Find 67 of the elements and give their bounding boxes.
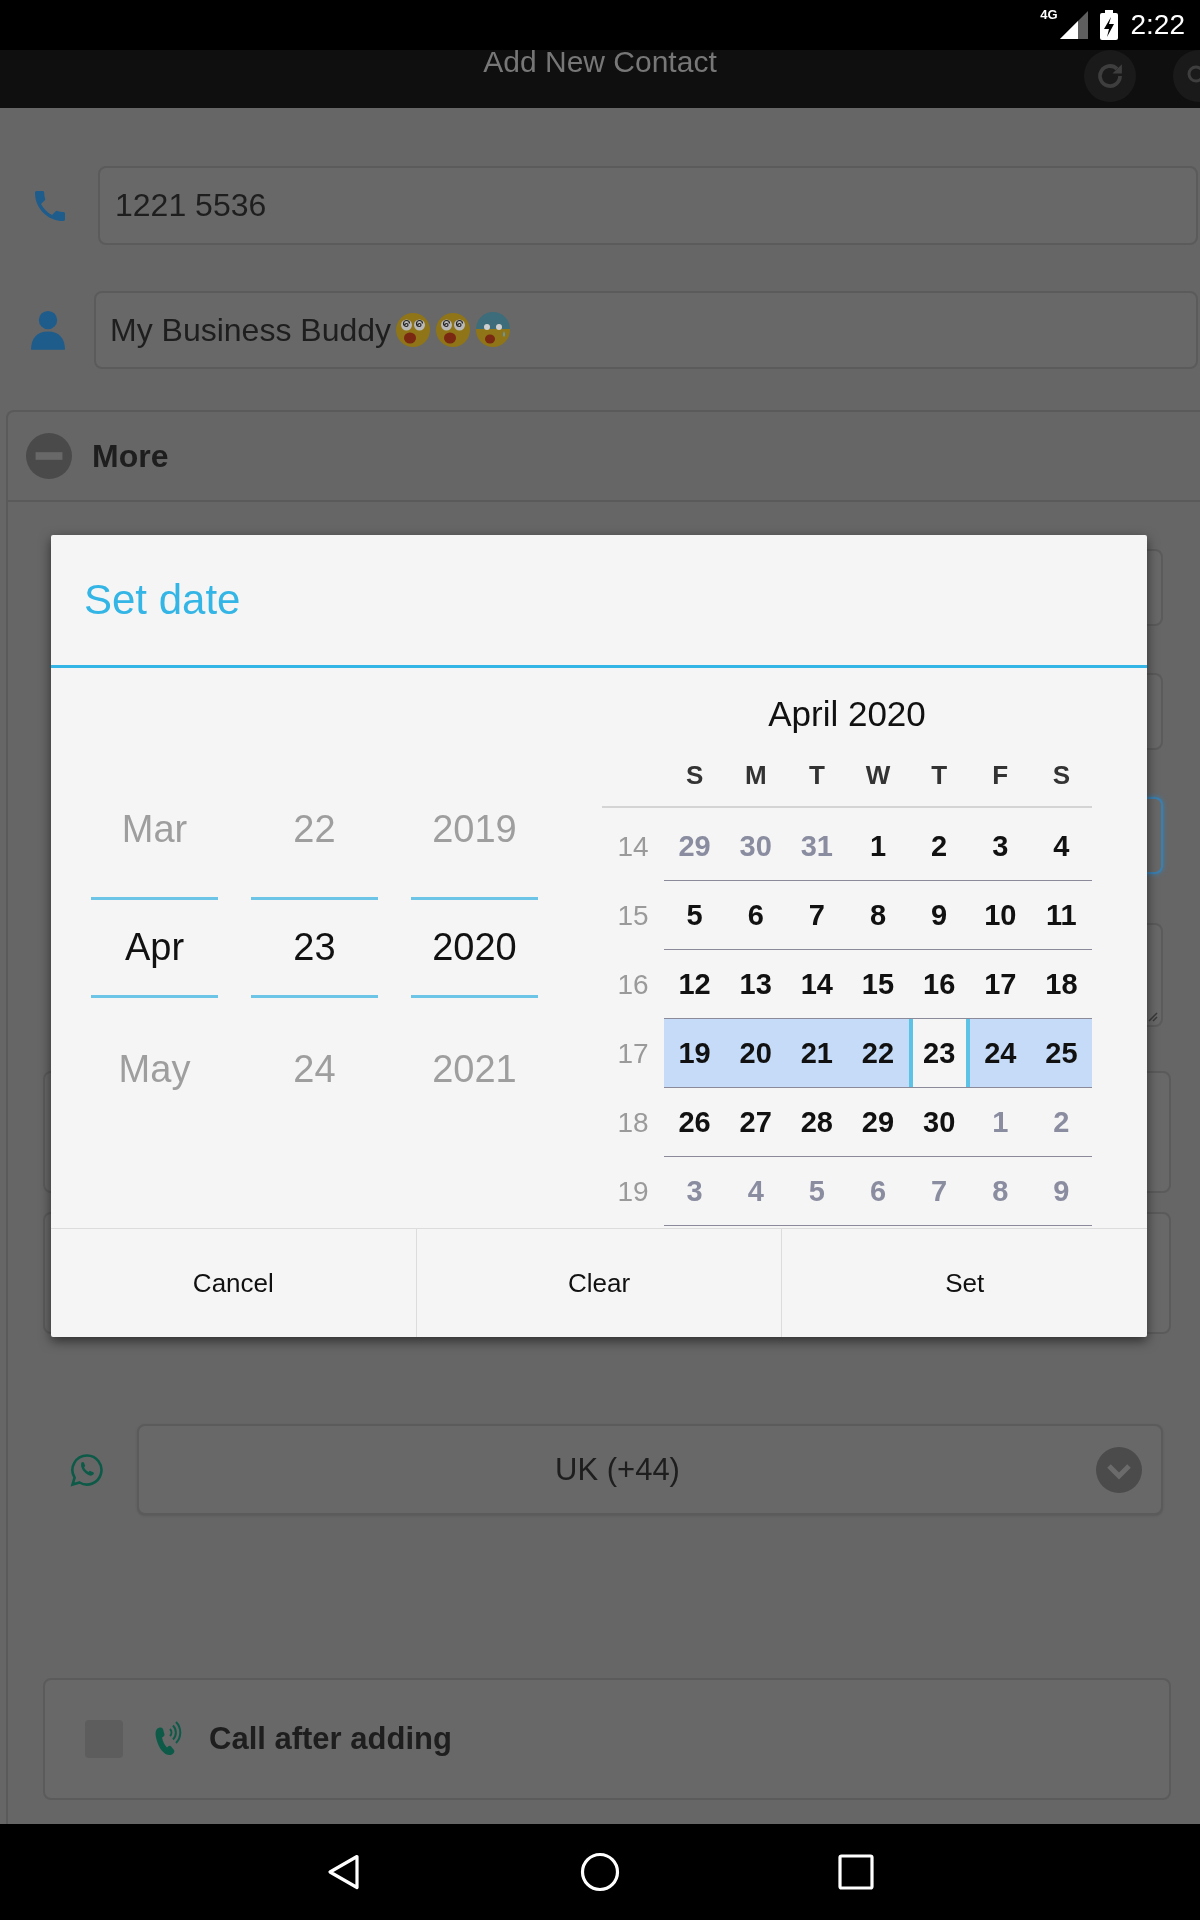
calendar-day[interactable]: 13 <box>725 950 787 1018</box>
calendar-day[interactable]: 16 <box>908 950 970 1018</box>
calendar-day[interactable]: 29 <box>847 1088 909 1156</box>
refresh-icon <box>1095 61 1125 91</box>
calendar-day[interactable]: 22 <box>847 1019 909 1087</box>
network-type-label: 4G <box>1040 8 1058 21</box>
dizzy-face-icon <box>395 312 431 348</box>
week-number: 18 <box>616 1105 650 1140</box>
week-number: 15 <box>616 898 650 933</box>
calendar-day[interactable]: 25 <box>1030 1019 1092 1087</box>
option-label: Call after adding <box>209 1721 452 1757</box>
calendar-day[interactable]: 20 <box>725 1019 787 1087</box>
calendar-day[interactable]: 27 <box>725 1088 787 1156</box>
clock-time: 2:22 <box>1130 10 1185 40</box>
week-number: 19 <box>616 1174 650 1209</box>
calendar-day[interactable]: 28 <box>786 1088 848 1156</box>
dialog-title: Set date <box>84 576 241 624</box>
calendar-day[interactable]: 30 <box>908 1088 970 1156</box>
calendar-day[interactable]: 9 <box>908 881 970 949</box>
person-icon <box>31 310 65 350</box>
calendar-day[interactable]: 21 <box>786 1019 848 1087</box>
weekday-label: S <box>684 759 705 791</box>
recent-apps-icon[interactable] <box>836 1852 876 1892</box>
calendar-month-title: April 2020 <box>768 694 926 734</box>
calendar-day[interactable]: 10 <box>969 881 1031 949</box>
calendar-day[interactable]: 14 <box>786 950 848 1018</box>
week-number: 14 <box>616 829 650 864</box>
spinner-current-value[interactable]: Apr <box>91 897 218 998</box>
screen-title: Add New Contact <box>483 50 717 74</box>
set-button[interactable]: Set <box>781 1229 1147 1337</box>
calendar-day[interactable]: 11 <box>1030 881 1092 949</box>
calendar-day[interactable]: 23 <box>908 1019 970 1087</box>
weekday-label: M <box>743 759 768 791</box>
calendar-day[interactable]: 19 <box>664 1019 726 1087</box>
clear-button[interactable]: Clear <box>415 1229 782 1337</box>
sweating-face-icon <box>475 312 511 348</box>
calendar-day[interactable]: 5 <box>664 881 726 949</box>
spinner-current-value[interactable]: 23 <box>251 897 378 998</box>
weekday-label: T <box>807 759 826 791</box>
calendar-day[interactable]: 3 <box>969 812 1031 880</box>
weekday-label: T <box>930 759 949 791</box>
weekday-label: S <box>1051 759 1072 791</box>
phone-bubble-icon <box>70 1452 104 1487</box>
signal-icon <box>1059 11 1088 39</box>
calendar-day[interactable]: 4 <box>1030 812 1092 880</box>
battery-charging-icon <box>1099 10 1118 40</box>
calendar-day[interactable]: 1 <box>847 812 909 880</box>
cancel-button[interactable]: Cancel <box>51 1229 416 1337</box>
chevron-down-icon <box>1096 1446 1142 1493</box>
calendar-day[interactable]: 17 <box>969 950 1031 1018</box>
calendar-day[interactable]: 24 <box>969 1019 1031 1087</box>
calendar-day[interactable]: 2 <box>908 812 970 880</box>
calendar-day[interactable]: 18 <box>1030 950 1092 1018</box>
weekday-label: F <box>991 759 1010 791</box>
calendar-day[interactable]: 12 <box>664 950 726 1018</box>
calendar-day[interactable]: 15 <box>847 950 909 1018</box>
calendar-day[interactable]: 6 <box>725 881 787 949</box>
week-number: 16 <box>616 967 650 1002</box>
home-icon[interactable] <box>580 1852 620 1892</box>
week-number: 17 <box>616 1036 650 1071</box>
calendar-day[interactable]: 7 <box>786 881 848 949</box>
weekday-label: W <box>864 759 892 791</box>
calendar-day[interactable]: 8 <box>847 881 909 949</box>
resize-grip-icon[interactable] <box>1146 1010 1158 1022</box>
dizzy-face-icon <box>435 312 471 348</box>
spinner-current-value[interactable]: 2020 <box>411 897 538 998</box>
calendar-day[interactable]: 26 <box>664 1088 726 1156</box>
